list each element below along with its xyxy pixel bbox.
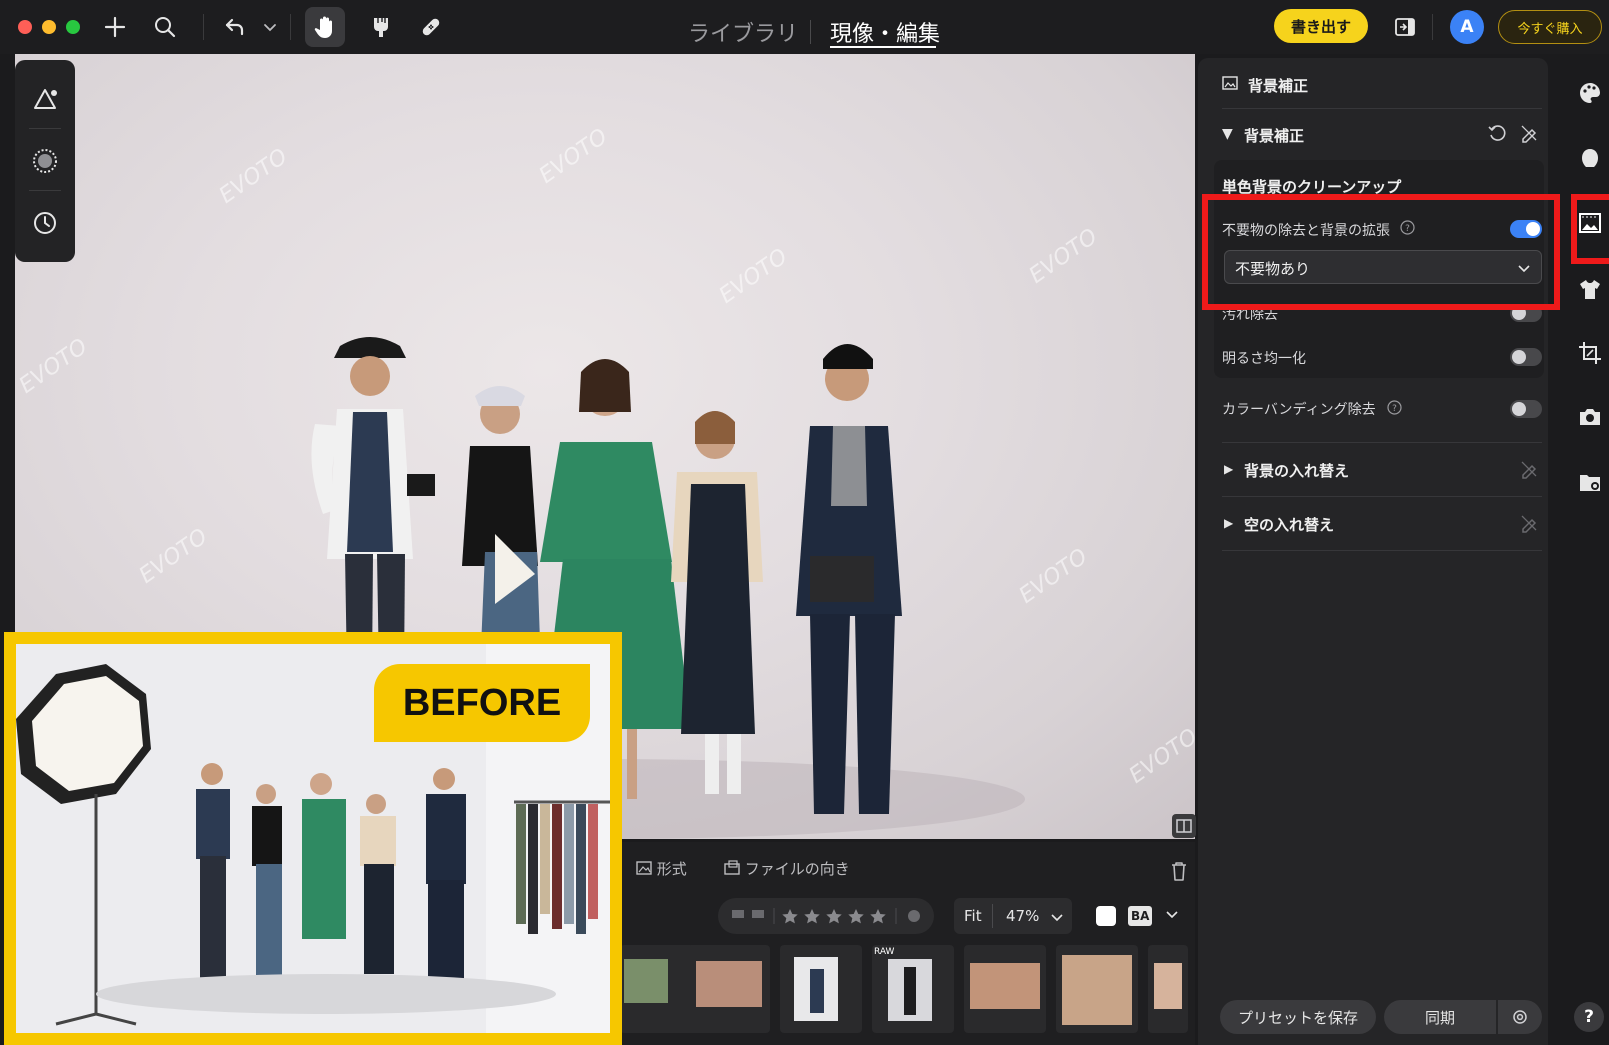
brightness-uniform-label: 明るさ均一化 bbox=[1222, 351, 1306, 367]
rating-filter[interactable] bbox=[718, 898, 934, 934]
before-after-view-button[interactable]: BA bbox=[1128, 906, 1153, 926]
save-preset-button[interactable]: プリセットを保存 bbox=[1220, 1000, 1376, 1034]
crop-icon[interactable] bbox=[1575, 338, 1605, 368]
camera-icon[interactable] bbox=[1575, 402, 1605, 432]
search-icon[interactable] bbox=[150, 12, 180, 42]
user-avatar[interactable]: A bbox=[1450, 10, 1484, 44]
triangle-adjust-icon[interactable] bbox=[15, 68, 75, 130]
banding-removal-toggle[interactable] bbox=[1510, 400, 1542, 418]
highlight-annotation bbox=[1202, 194, 1560, 310]
brightness-uniform-toggle[interactable] bbox=[1510, 348, 1542, 366]
zoom-control[interactable]: Fit 47% bbox=[954, 898, 1072, 934]
svg-text:?: ? bbox=[1392, 404, 1397, 414]
portrait-icon[interactable] bbox=[1575, 144, 1605, 174]
export-button[interactable]: 書き出す bbox=[1274, 9, 1368, 43]
nav-tab-develop[interactable]: 現像・編集 bbox=[830, 16, 940, 48]
gear-icon bbox=[1513, 1010, 1527, 1024]
history-clock-icon[interactable] bbox=[15, 192, 75, 254]
orientation-icon bbox=[724, 860, 740, 875]
texture-brush-icon[interactable] bbox=[15, 130, 75, 192]
folder-view-icon[interactable] bbox=[1575, 468, 1605, 498]
format-filter[interactable]: 形式 bbox=[636, 858, 687, 879]
zoom-chevron-icon bbox=[1051, 914, 1063, 922]
section-collapse-icon[interactable]: ▼ bbox=[1222, 126, 1233, 142]
section-title[interactable]: 背景補正 bbox=[1244, 125, 1304, 146]
zoom-window-button[interactable] bbox=[66, 20, 80, 34]
top-toolbar: ライブラリ 現像・編集 書き出す A 今すぐ購入 bbox=[0, 0, 1609, 54]
view-mode-chevron-icon[interactable] bbox=[1160, 902, 1184, 926]
orientation-filter[interactable]: ファイルの向き bbox=[724, 858, 850, 879]
single-view-button[interactable] bbox=[1096, 906, 1116, 926]
image-icon bbox=[636, 861, 652, 875]
replace-background-section[interactable]: 背景の入れ替え bbox=[1244, 460, 1349, 481]
palette-icon[interactable] bbox=[1575, 78, 1605, 108]
filmstrip-thumbnail[interactable] bbox=[1148, 945, 1188, 1033]
panel-toggle-icon[interactable] bbox=[1390, 12, 1420, 42]
compare-view-button[interactable] bbox=[1172, 814, 1196, 838]
eraser-toggle-icon[interactable] bbox=[1516, 456, 1542, 482]
close-window-button[interactable] bbox=[18, 20, 32, 34]
background-panel-icon bbox=[1222, 75, 1238, 95]
filmstrip-thumbnail[interactable] bbox=[964, 945, 1046, 1033]
replace-sky-section[interactable]: 空の入れ替え bbox=[1244, 514, 1334, 535]
sync-settings-button[interactable] bbox=[1498, 1000, 1542, 1034]
eraser-toggle-icon[interactable] bbox=[1516, 120, 1542, 146]
brush-tool-icon[interactable] bbox=[366, 12, 396, 42]
history-dropdown-chevron-icon[interactable] bbox=[255, 12, 285, 42]
help-button[interactable]: ? bbox=[1574, 1002, 1604, 1032]
filmstrip-thumbnail[interactable] bbox=[1056, 945, 1138, 1033]
trash-icon[interactable] bbox=[1164, 856, 1194, 886]
nav-tab-library[interactable]: ライブラリ bbox=[688, 16, 798, 48]
expand-icon[interactable]: ▶ bbox=[1224, 462, 1233, 476]
undo-icon[interactable] bbox=[220, 12, 250, 42]
filmstrip-thumbnail[interactable] bbox=[780, 945, 862, 1033]
panel-header-title: 背景補正 bbox=[1248, 77, 1309, 95]
shirt-icon[interactable] bbox=[1575, 274, 1605, 304]
buy-now-button[interactable]: 今すぐ購入 bbox=[1498, 10, 1602, 44]
eraser-toggle-icon[interactable] bbox=[1516, 510, 1542, 536]
left-tool-strip bbox=[15, 60, 75, 262]
highlight-annotation bbox=[1571, 194, 1609, 264]
minimize-window-button[interactable] bbox=[42, 20, 56, 34]
hand-icon bbox=[310, 12, 340, 42]
expand-icon[interactable]: ▶ bbox=[1224, 516, 1233, 530]
reset-icon[interactable] bbox=[1484, 120, 1510, 146]
bandage-tool-icon[interactable] bbox=[416, 12, 446, 42]
zoom-fit-button[interactable]: Fit bbox=[964, 907, 982, 925]
help-circle-icon[interactable]: ? bbox=[1387, 400, 1402, 419]
add-icon[interactable] bbox=[100, 12, 130, 42]
before-label-badge: BEFORE bbox=[374, 664, 590, 742]
sync-button[interactable]: 同期 bbox=[1384, 1000, 1496, 1034]
banding-removal-label: カラーバンディング除去 bbox=[1222, 402, 1376, 418]
filmstrip-thumbnail[interactable] bbox=[688, 945, 770, 1033]
zoom-value[interactable]: 47% bbox=[1006, 907, 1039, 925]
filmstrip-thumbnail[interactable]: RAW bbox=[872, 945, 954, 1033]
